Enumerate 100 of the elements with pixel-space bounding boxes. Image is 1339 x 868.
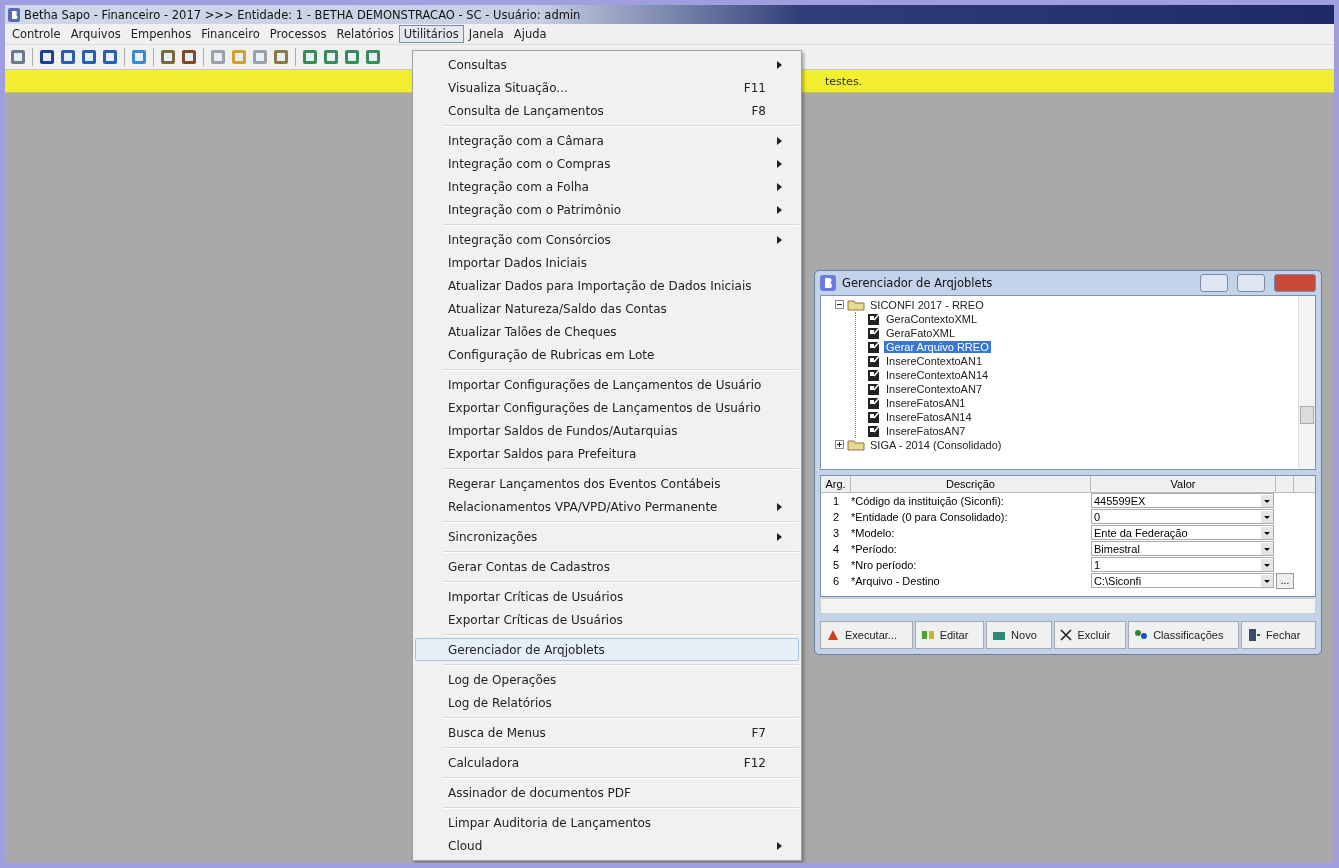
menu-item[interactable]: Visualiza Situação... F11 (415, 76, 799, 99)
dialog-button[interactable]: Fechar (1241, 621, 1317, 649)
toolbar-icon[interactable] (59, 48, 77, 66)
expand-icon[interactable] (835, 440, 844, 449)
menu-item[interactable]: Configuração de Rubricas em Lote (415, 343, 799, 366)
menu-label: Regerar Lançamentos dos Eventos Contábeis (448, 476, 722, 491)
toolbar-icon[interactable] (38, 48, 56, 66)
menu-item[interactable]: Log de Operações (415, 668, 799, 691)
script-icon (868, 382, 881, 395)
menu-item[interactable]: Consulta de Lançamentos F8 (415, 99, 799, 122)
menu-item[interactable]: Sincronizações (415, 525, 799, 548)
close-icon (1060, 629, 1073, 641)
collapse-icon[interactable] (835, 300, 844, 309)
menu-label: Configuração de Rubricas em Lote (448, 347, 656, 362)
menu-item[interactable]: Importar Críticas de Usuários (415, 585, 799, 608)
menu-item[interactable]: Utilitários (398, 25, 464, 43)
table-cell-text: *Período: (851, 542, 898, 555)
menu-label: Consultas (448, 57, 508, 72)
toolbar-icon[interactable] (301, 48, 319, 66)
menu-item[interactable]: Atualizar Talões de Cheques (415, 320, 799, 343)
menu-item[interactable]: Atualizar Dados para Importação de Dados Iniciais (415, 274, 799, 297)
menu-item[interactable]: Integração com o Compras (415, 152, 799, 175)
dialog-button[interactable]: Excluir (1054, 621, 1127, 649)
value-dropdown[interactable]: Ente da Federação (1091, 525, 1274, 541)
tree-item[interactable]: InsereContextoAN7 (884, 382, 984, 395)
menu-item[interactable]: Empenhos (125, 25, 197, 43)
toolbar-icon[interactable] (80, 48, 98, 66)
toolbar-icon[interactable] (9, 48, 27, 66)
tree-item[interactable]: GeraFatoXML (884, 326, 958, 339)
menu-label: Cloud (448, 838, 484, 853)
minimize-button[interactable] (1200, 273, 1228, 292)
dialog-button[interactable]: Classificações (1128, 621, 1240, 649)
value-dropdown[interactable]: 445599EX (1091, 493, 1274, 509)
tree-item[interactable]: InsereContextoAN1 (884, 354, 984, 367)
menu-item[interactable]: Integração com a Folha (415, 175, 799, 198)
table-cell-text: 1 (831, 494, 841, 507)
toolbar-icon[interactable] (180, 48, 198, 66)
toolbar-icon[interactable] (101, 48, 119, 66)
scrollbar[interactable] (820, 598, 1316, 614)
toolbar-icon[interactable] (322, 48, 340, 66)
menu-item[interactable]: Limpar Auditoria de Lançamentos (415, 811, 799, 834)
menu-item[interactable]: Gerenciador de Arqjoblets (415, 638, 799, 661)
tree-item[interactable]: SIGA - 2014 (Consolidado) (868, 438, 1004, 451)
dialog-button[interactable]: Editar (914, 621, 985, 649)
menu-label: Exportar Críticas de Usuários (448, 612, 624, 627)
tree-item[interactable]: InsereFatosAN1 (884, 396, 968, 409)
menu-item[interactable]: Arquivos (65, 25, 126, 43)
toolbar-icon[interactable] (343, 48, 361, 66)
menu-item[interactable]: Importar Saldos de Fundos/Autarquias (415, 419, 799, 442)
browse-button[interactable]: ... (1276, 572, 1294, 589)
dialog-button[interactable]: Executar... (820, 621, 913, 649)
menu-item[interactable]: Assinador de documentos PDF (415, 781, 799, 804)
menu-item[interactable]: Regerar Lançamentos dos Eventos Contábeis (415, 472, 799, 495)
menu-item[interactable]: Gerar Contas de Cadastros (415, 555, 799, 578)
menu-item[interactable]: Consultas (415, 53, 799, 76)
menu-item[interactable]: Busca de Menus F7 (415, 721, 799, 744)
menu-item[interactable]: Log de Relatórios (415, 691, 799, 714)
menu-item[interactable]: Controle (7, 25, 66, 43)
menu-item[interactable]: Exportar Críticas de Usuários (415, 608, 799, 631)
menu-label: Visualiza Situação... (448, 80, 569, 95)
value-dropdown[interactable]: 1 (1091, 557, 1274, 573)
menu-item[interactable]: Cloud (415, 834, 799, 857)
tree-item[interactable]: InsereContextoAN14 (884, 368, 991, 381)
menu-item[interactable]: Exportar Configurações de Lançamentos de Usuário (415, 396, 799, 419)
close-button[interactable] (1274, 273, 1316, 292)
toolbar-icon[interactable] (159, 48, 177, 66)
menu-item[interactable]: Processos (264, 25, 332, 43)
window-title: Betha Sapo - Financeiro - 2017 >>> Entidade: 1 - BETHA DEMONSTRACAO - SC - Usuário: admin (24, 7, 581, 22)
menu-item[interactable]: Atualizar Natureza/Saldo das Contas (415, 297, 799, 320)
scrollbar[interactable] (1298, 295, 1315, 469)
table-cell-text: *Código da instituição (Siconfi): (851, 494, 1005, 507)
menu-item[interactable]: Calculadora F12 (415, 751, 799, 774)
menu-item[interactable]: Janela (463, 25, 509, 43)
menu-item[interactable]: Relatórios (331, 25, 399, 43)
tree-item[interactable]: InsereFatosAN14 (884, 410, 974, 423)
maximize-button[interactable] (1237, 273, 1265, 292)
tree-item[interactable]: Gerar Arquivo RREO (884, 340, 991, 353)
menu-item[interactable]: Exportar Saldos para Prefeitura (415, 442, 799, 465)
menu-item[interactable]: Integração com o Patrimônio (415, 198, 799, 221)
door-icon (1247, 628, 1262, 642)
table-cell-text: 6 (831, 574, 841, 587)
tree-item[interactable]: GeraContextoXML (884, 312, 980, 325)
menu-item[interactable]: Integração com Consórcios (415, 228, 799, 251)
menu-item[interactable]: Financeiro (196, 25, 265, 43)
table-cell-text: *Modelo: (851, 526, 896, 539)
menu-item[interactable]: Importar Configurações de Lançamentos de Usuário (415, 373, 799, 396)
toolbar-icon[interactable] (272, 48, 290, 66)
dialog-button[interactable]: Novo (986, 621, 1053, 649)
toolbar-icon[interactable] (364, 48, 382, 66)
tree-item[interactable]: InsereFatosAN7 (884, 424, 968, 437)
value-dropdown[interactable]: C:\Siconfi (1091, 573, 1274, 589)
menu-item[interactable]: Importar Dados Iniciais (415, 251, 799, 274)
script-icon (868, 410, 881, 423)
menu-item[interactable]: Relacionamentos VPA/VPD/Ativo Permanente (415, 495, 799, 518)
app-logo (820, 274, 836, 291)
value-dropdown[interactable]: 0 (1091, 509, 1274, 525)
tree-item[interactable]: SICONFI 2017 - RREO (868, 298, 986, 311)
menu-item[interactable]: Integração com a Câmara (415, 129, 799, 152)
value-dropdown[interactable]: Bimestral (1091, 541, 1274, 557)
menu-item[interactable]: Ajuda (508, 25, 552, 43)
